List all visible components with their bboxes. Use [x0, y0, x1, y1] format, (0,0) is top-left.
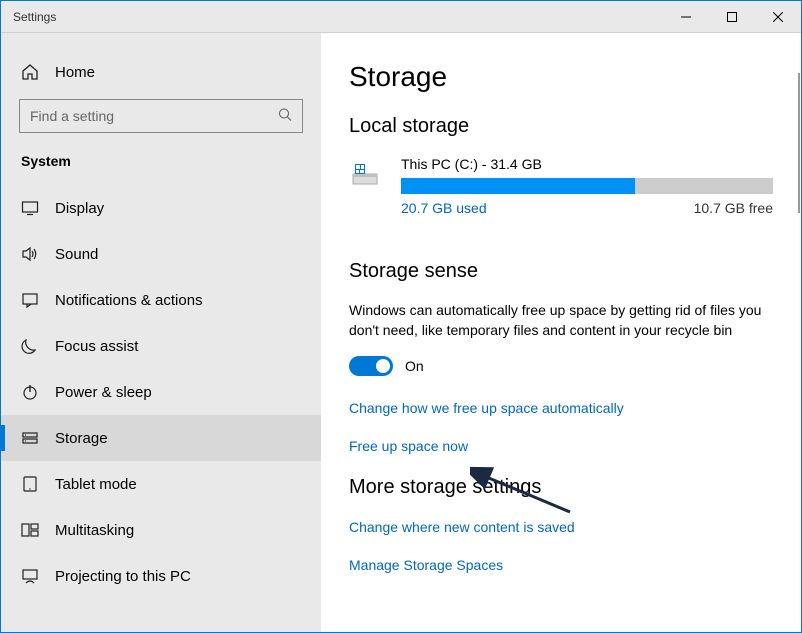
search-box[interactable]	[19, 99, 303, 133]
search-icon	[278, 108, 292, 125]
local-storage-title: Local storage	[349, 115, 773, 138]
sidebar-item-label: Tablet mode	[55, 476, 137, 493]
sidebar-item-sound[interactable]: Sound	[1, 231, 321, 277]
sidebar-item-label: Notifications & actions	[55, 292, 203, 309]
power-icon	[21, 383, 39, 401]
display-icon	[21, 199, 39, 217]
projecting-icon	[21, 567, 39, 585]
sidebar-item-projecting[interactable]: Projecting to this PC	[1, 553, 321, 599]
disk-icon	[349, 156, 385, 192]
link-new-content[interactable]: Change where new content is saved	[349, 519, 773, 535]
storage-sense-toggle-label: On	[405, 358, 424, 374]
tablet-icon	[21, 475, 39, 493]
content-area: Storage Local storage This PC (C:) - 31.…	[321, 33, 801, 632]
focus-assist-icon	[21, 337, 39, 355]
sidebar: Home System Display Sound	[1, 33, 321, 632]
sidebar-item-display[interactable]: Display	[1, 185, 321, 231]
disk-free-label: 10.7 GB free	[694, 200, 773, 216]
storage-sense-title: Storage sense	[349, 260, 773, 283]
sidebar-section-label: System	[1, 153, 321, 185]
multitasking-icon	[21, 521, 39, 539]
toggle-knob	[376, 359, 390, 373]
sidebar-item-label: Multitasking	[55, 522, 134, 539]
sidebar-item-label: Display	[55, 200, 104, 217]
storage-sense-toggle[interactable]	[349, 356, 393, 376]
link-free-up-now[interactable]: Free up space now	[349, 438, 773, 454]
home-button[interactable]: Home	[1, 53, 321, 99]
link-change-free-space[interactable]: Change how we free up space automaticall…	[349, 400, 773, 416]
sidebar-item-label: Storage	[55, 430, 108, 447]
sidebar-item-label: Power & sleep	[55, 384, 152, 401]
maximize-button[interactable]	[709, 1, 755, 33]
sidebar-item-tablet-mode[interactable]: Tablet mode	[1, 461, 321, 507]
sidebar-item-label: Focus assist	[55, 338, 138, 355]
titlebar: Settings	[1, 1, 801, 33]
notifications-icon	[21, 291, 39, 309]
disk-progress-fill	[401, 178, 635, 194]
scrollbar[interactable]	[798, 73, 800, 213]
close-button[interactable]	[755, 1, 801, 33]
disk-progress-bar	[401, 178, 773, 194]
disk-used-label[interactable]: 20.7 GB used	[401, 200, 487, 216]
home-label: Home	[55, 64, 95, 81]
sidebar-item-label: Projecting to this PC	[55, 568, 191, 585]
window-controls	[663, 1, 801, 33]
sidebar-item-multitasking[interactable]: Multitasking	[1, 507, 321, 553]
sidebar-item-storage[interactable]: Storage	[1, 415, 321, 461]
sidebar-item-power-sleep[interactable]: Power & sleep	[1, 369, 321, 415]
page-title: Storage	[349, 61, 773, 93]
disk-row[interactable]: This PC (C:) - 31.4 GB 20.7 GB used 10.7…	[349, 156, 773, 216]
sidebar-item-label: Sound	[55, 246, 98, 263]
storage-sense-description: Windows can automatically free up space …	[349, 301, 773, 340]
search-input[interactable]	[20, 100, 302, 132]
link-storage-spaces[interactable]: Manage Storage Spaces	[349, 557, 773, 573]
sidebar-item-focus-assist[interactable]: Focus assist	[1, 323, 321, 369]
window-title: Settings	[13, 10, 56, 24]
minimize-button[interactable]	[663, 1, 709, 33]
sound-icon	[21, 245, 39, 263]
storage-icon	[21, 429, 39, 447]
more-storage-title: More storage settings	[349, 476, 773, 499]
disk-name: This PC (C:) - 31.4 GB	[401, 156, 773, 172]
home-icon	[21, 63, 39, 81]
sidebar-item-notifications[interactable]: Notifications & actions	[1, 277, 321, 323]
